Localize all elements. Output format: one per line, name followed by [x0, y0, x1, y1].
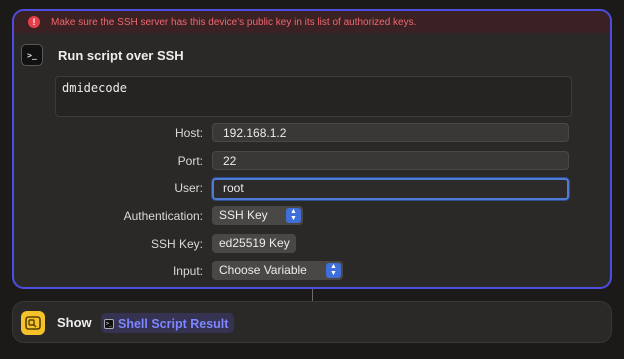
- authentication-popup[interactable]: SSH Key ▲ ▼: [212, 206, 303, 225]
- host-row: Host: 192.168.1.2: [14, 122, 610, 144]
- action-header: >_ Run script over SSH: [21, 44, 184, 66]
- error-message: Make sure the SSH server has this device…: [51, 16, 417, 28]
- variable-label: Shell Script Result: [118, 317, 229, 331]
- action-connector: [312, 289, 313, 301]
- host-label: Host:: [174, 126, 203, 140]
- input-variable-popup[interactable]: Choose Variable ▲ ▼: [212, 261, 343, 280]
- input-row: Input: Choose Variable ▲ ▼: [14, 260, 610, 282]
- input-label: Input:: [172, 264, 203, 278]
- authentication-row: Authentication: SSH Key ▲ ▼: [14, 205, 610, 227]
- authentication-label: Authentication:: [123, 209, 203, 223]
- show-result-action[interactable]: Show >_ Shell Script Result: [12, 301, 612, 343]
- exclamation-icon: !: [28, 16, 40, 28]
- chevron-up-down-icon: ▲ ▼: [326, 263, 341, 278]
- ssh-key-token[interactable]: ed25519 Key: [212, 234, 296, 253]
- terminal-icon: >_: [104, 319, 114, 329]
- shell-script-result-variable[interactable]: >_ Shell Script Result: [101, 313, 235, 333]
- authentication-value: SSH Key: [219, 208, 268, 222]
- run-script-over-ssh-action[interactable]: ! Make sure the SSH server has this devi…: [12, 9, 612, 289]
- port-row: Port: 22: [14, 150, 610, 172]
- script-input[interactable]: dmidecode: [55, 76, 572, 117]
- port-label: Port:: [177, 154, 203, 168]
- user-row: User: root: [14, 177, 610, 200]
- input-value: Choose Variable: [219, 263, 307, 277]
- port-field[interactable]: 22: [212, 151, 569, 170]
- terminal-icon: >_: [21, 44, 43, 66]
- show-label: Show: [57, 315, 92, 330]
- action-title: Run script over SSH: [58, 47, 184, 63]
- ssh-key-label: SSH Key:: [150, 237, 203, 251]
- ssh-key-row: SSH Key: ed25519 Key: [14, 233, 610, 255]
- chevron-up-down-icon: ▲ ▼: [286, 208, 301, 223]
- show-result-icon: [21, 311, 45, 335]
- error-banner: ! Make sure the SSH server has this devi…: [14, 11, 610, 33]
- user-field[interactable]: root: [212, 178, 569, 200]
- host-field[interactable]: 192.168.1.2: [212, 123, 569, 142]
- user-label: User:: [174, 181, 203, 195]
